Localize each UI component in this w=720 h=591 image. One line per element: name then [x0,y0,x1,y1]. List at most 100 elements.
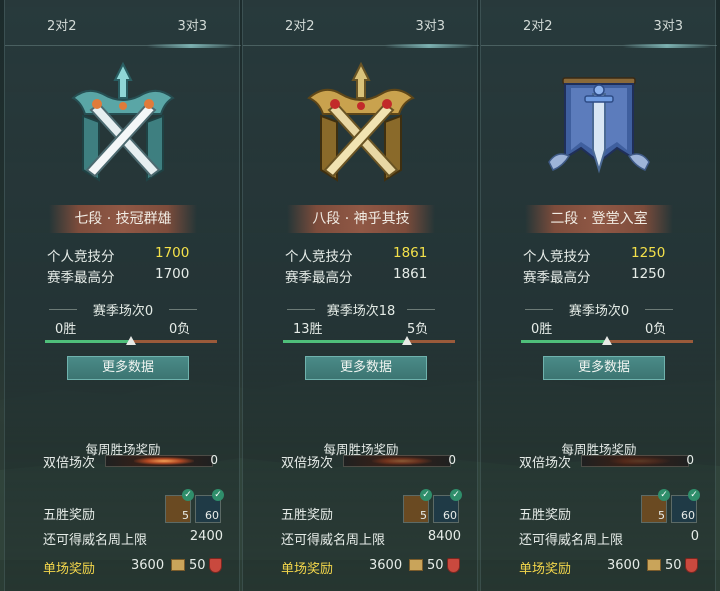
tab-3v3[interactable]: 3对3 [147,18,235,48]
five-win-reward-icons: 5 ✓ 60 ✓ [641,489,700,525]
five-win-reward-icons: 5 ✓ 60 ✓ [165,489,224,525]
double-games-bar: 0 [343,453,456,467]
weekly-fame-cap-label: 还可得威名周上限 [519,533,624,548]
double-games-label: 双倍场次 [281,456,334,471]
win-loss-marker [602,336,612,345]
fame-shield-icon [685,558,698,573]
five-win-reward-icons: 5 ✓ 60 ✓ [403,489,462,525]
single-reward-row: 单场奖励 3600 50 [281,556,461,577]
scroll-reward-count: 60 [681,509,695,522]
chest-reward-count: 5 [182,509,189,522]
losses-count: 5负 [407,322,429,337]
scroll-reward-icon[interactable]: 60 ✓ [433,489,462,523]
teal-crossed-swords-emblem [71,61,175,182]
win-loss-marker [401,336,412,345]
scroll-reward-icon[interactable]: 60 ✓ [195,489,224,523]
claimed-check-icon: ✓ [658,489,670,501]
single-reward-fame: 50 [665,558,682,573]
win-loss-marker [126,336,136,345]
single-reward-gold: 3600 [607,558,641,573]
losses-count: 0负 [645,322,667,337]
five-win-reward-label: 五胜奖励 [519,508,572,523]
double-games-row: 双倍场次 0 [281,452,461,471]
single-reward-label: 单场奖励 [519,562,572,577]
claimed-check-icon: ✓ [450,489,462,501]
rank-title: 七段 · 技冠群雄 [49,205,197,233]
coin-icon [409,559,423,571]
personal-score-value: 1861 [393,245,428,261]
double-games-bar: 0 [105,453,218,467]
coin-icon [171,559,185,571]
rank-panel-1: 2对2 3对3 七段 · 技冠群雄 个人竞技分 1700 赛季最高分 1700 … [4,0,241,591]
season-games: 赛季场次18 [243,300,479,319]
season-best-label: 赛季最高分 [523,270,591,286]
single-reward-gold: 3600 [131,558,165,573]
mode-tabs: 2对2 3对3 [243,0,479,48]
double-games-bar: 0 [581,453,694,467]
weekly-fame-cap-row: 还可得威名周上限 8400 [281,527,461,548]
fame-shield-icon [209,558,222,573]
season-best-row: 赛季最高分 1250 [523,266,673,286]
tab-3v3[interactable]: 3对3 [623,18,711,48]
double-games-row: 双倍场次 0 [43,452,223,471]
weekly-fame-cap-value: 2400 [189,529,223,544]
rank-title: 八段 · 神乎其技 [287,205,435,233]
mode-tabs: 2对2 3对3 [5,0,241,48]
single-reward-row: 单场奖励 3600 50 [43,556,223,577]
streak-glow [372,457,432,465]
season-best-value: 1250 [631,266,666,282]
win-bar-fill [283,340,407,343]
more-data-button[interactable]: 更多数据 [67,356,189,380]
season-best-row: 赛季最高分 1700 [47,266,197,286]
chest-reward-icon[interactable]: 5 ✓ [641,489,670,523]
weekly-fame-cap-value: 8400 [427,529,461,544]
streak-glow [610,457,670,465]
gold-crossed-swords-emblem [307,61,415,182]
season-best-label: 赛季最高分 [47,270,115,286]
tab-2v2[interactable]: 2对2 [47,18,77,36]
season-best-value: 1861 [393,266,428,282]
season-games: 赛季场次0 [5,300,241,319]
tab-3v3[interactable]: 3对3 [385,18,473,48]
claimed-check-icon: ✓ [688,489,700,501]
streak-glow [134,457,194,465]
claimed-check-icon: ✓ [182,489,194,501]
weekly-fame-cap-label: 还可得威名周上限 [43,533,148,548]
rank-title: 二段 · 登堂入室 [525,205,673,233]
double-games-count: 0 [686,453,694,467]
single-reward-row: 单场奖励 3600 50 [519,556,699,577]
personal-score-row: 个人竞技分 1700 [47,245,197,265]
scroll-reward-count: 60 [443,509,457,522]
win-bar-fill [45,340,131,343]
personal-score-label: 个人竞技分 [285,249,353,265]
chest-reward-count: 5 [420,509,427,522]
double-games-row: 双倍场次 0 [519,452,699,471]
single-reward-gold: 3600 [369,558,403,573]
personal-score-value: 1700 [155,245,190,261]
tab-2v2[interactable]: 2对2 [523,18,553,36]
rank-panel-3: 2对2 3对3 二段 · 登堂入室 个人竞技分 1250 赛季最高分 1250 … [480,0,717,591]
five-win-reward-label: 五胜奖励 [281,508,334,523]
weekly-fame-cap-value: 0 [690,529,699,544]
scroll-reward-icon[interactable]: 60 ✓ [671,489,700,523]
more-data-button[interactable]: 更多数据 [305,356,427,380]
double-games-count: 0 [448,453,456,467]
wins-count: 0胜 [531,322,553,337]
personal-score-row: 个人竞技分 1250 [523,245,673,265]
claimed-check-icon: ✓ [420,489,432,501]
season-best-label: 赛季最高分 [285,270,353,286]
season-best-row: 赛季最高分 1861 [285,266,435,286]
win-bar-fill [521,340,607,343]
single-reward-fame: 50 [427,558,444,573]
tab-2v2[interactable]: 2对2 [285,18,315,36]
season-games: 赛季场次0 [481,300,717,319]
chest-reward-icon[interactable]: 5 ✓ [165,489,194,523]
single-reward-fame: 50 [189,558,206,573]
double-games-count: 0 [210,453,218,467]
chest-reward-icon[interactable]: 5 ✓ [403,489,432,523]
personal-score-label: 个人竞技分 [523,249,591,265]
season-best-value: 1700 [155,266,190,282]
coin-icon [647,559,661,571]
more-data-button[interactable]: 更多数据 [543,356,665,380]
blue-banner-sword-emblem [548,77,650,174]
